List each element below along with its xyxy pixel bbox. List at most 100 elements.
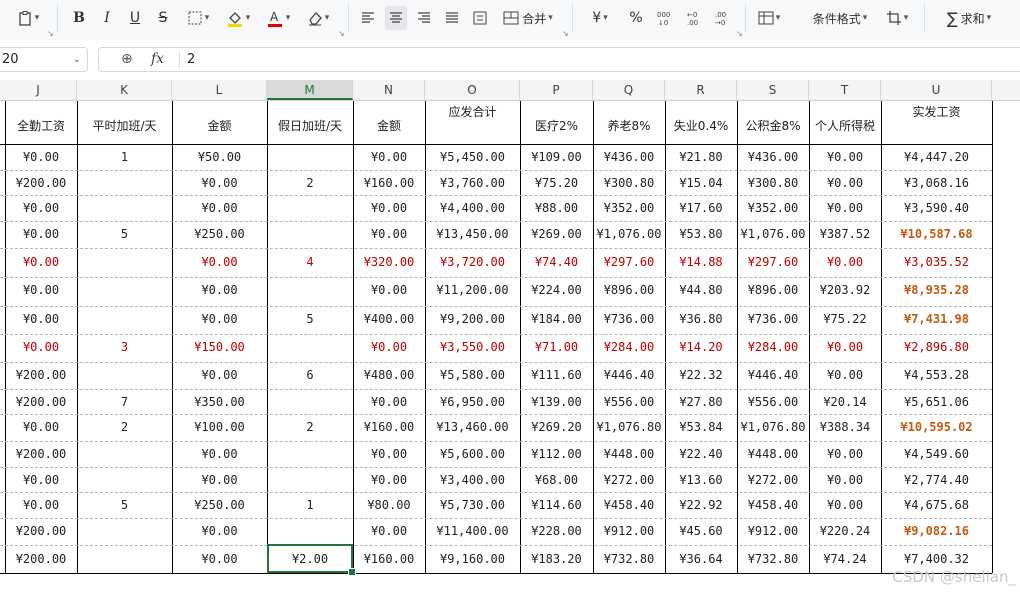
header-cell[interactable]: 失业0.4%: [665, 117, 737, 134]
increase-decimal-button[interactable]: ←0.00: [684, 6, 706, 30]
table-cell[interactable]: ¥350.00: [172, 390, 267, 414]
column-header-S[interactable]: S: [737, 80, 809, 100]
table-style-button[interactable]: ▾: [754, 6, 784, 30]
table-cell[interactable]: 2: [267, 171, 353, 195]
align-right-button[interactable]: [414, 6, 434, 30]
table-cell[interactable]: [77, 468, 172, 492]
table-cell[interactable]: ¥0.00: [172, 468, 267, 492]
table-cell[interactable]: ¥17.60: [665, 196, 737, 220]
table-cell[interactable]: ¥14.88: [665, 250, 737, 274]
table-cell[interactable]: ¥272.00: [737, 468, 809, 492]
table-cell[interactable]: ¥0.00: [172, 547, 267, 571]
table-cell[interactable]: ¥3,590.40: [881, 196, 992, 220]
table-cell[interactable]: [267, 468, 353, 492]
table-cell[interactable]: ¥0.00: [353, 278, 425, 302]
header-cell[interactable]: 养老8%: [593, 117, 665, 134]
table-cell[interactable]: 4: [267, 250, 353, 274]
table-cell[interactable]: ¥53.80: [665, 222, 737, 246]
table-cell[interactable]: ¥0.00: [353, 222, 425, 246]
table-cell[interactable]: ¥448.00: [593, 442, 665, 466]
table-cell[interactable]: ¥15.04: [665, 171, 737, 195]
table-cell[interactable]: [77, 519, 172, 543]
table-cell[interactable]: ¥0.00: [172, 519, 267, 543]
table-cell[interactable]: ¥297.60: [593, 250, 665, 274]
header-cell[interactable]: 医疗2%: [520, 117, 593, 134]
table-cell[interactable]: ¥436.00: [593, 145, 665, 169]
table-cell[interactable]: ¥5,651.06: [881, 390, 992, 414]
table-cell[interactable]: ¥0.00: [809, 171, 881, 195]
table-cell[interactable]: ¥4,447.20: [881, 145, 992, 169]
paste-format-button[interactable]: ▾: [10, 6, 46, 30]
table-cell[interactable]: ¥2,774.40: [881, 468, 992, 492]
table-cell[interactable]: [267, 145, 353, 169]
table-cell[interactable]: ¥400.00: [353, 307, 425, 331]
table-cell[interactable]: ¥9,160.00: [425, 547, 520, 571]
table-cell[interactable]: ¥139.00: [520, 390, 593, 414]
table-cell[interactable]: ¥0.00: [809, 442, 881, 466]
name-box[interactable]: 20 ⌄: [0, 47, 88, 72]
table-cell[interactable]: ¥7,431.98: [881, 307, 992, 331]
table-cell[interactable]: ¥74.24: [809, 547, 881, 571]
table-cell[interactable]: ¥4,553.28: [881, 363, 992, 387]
column-header-Q[interactable]: Q: [593, 80, 665, 100]
table-cell[interactable]: ¥387.52: [809, 222, 881, 246]
table-cell[interactable]: ¥0.00: [5, 415, 77, 439]
table-cell[interactable]: ¥1,076.80: [593, 415, 665, 439]
table-cell[interactable]: ¥200.00: [5, 547, 77, 571]
table-cell[interactable]: ¥0.00: [172, 363, 267, 387]
sum-button[interactable]: ∑ 求和 ▾: [938, 6, 1000, 30]
table-cell[interactable]: ¥4,400.00: [425, 196, 520, 220]
header-cell[interactable]: 金额: [172, 117, 267, 134]
table-cell[interactable]: ¥200.00: [5, 171, 77, 195]
table-cell[interactable]: [267, 390, 353, 414]
table-cell[interactable]: ¥3,035.52: [881, 250, 992, 274]
table-cell[interactable]: ¥436.00: [737, 145, 809, 169]
table-cell[interactable]: [77, 307, 172, 331]
table-cell[interactable]: [77, 196, 172, 220]
table-cell[interactable]: ¥5,580.00: [425, 363, 520, 387]
table-cell[interactable]: ¥203.92: [809, 278, 881, 302]
table-cell[interactable]: [267, 442, 353, 466]
table-cell[interactable]: ¥0.00: [5, 307, 77, 331]
table-cell[interactable]: ¥36.80: [665, 307, 737, 331]
table-cell[interactable]: ¥0.00: [5, 493, 77, 517]
column-header-M[interactable]: M: [267, 80, 353, 100]
table-cell[interactable]: 5: [77, 222, 172, 246]
table-cell[interactable]: ¥0.00: [172, 171, 267, 195]
table-cell[interactable]: ¥8,935.28: [881, 278, 992, 302]
table-cell[interactable]: ¥183.20: [520, 547, 593, 571]
table-cell[interactable]: ¥4,675.68: [881, 493, 992, 517]
table-cell[interactable]: ¥228.00: [520, 519, 593, 543]
table-cell[interactable]: ¥269.00: [520, 222, 593, 246]
table-cell[interactable]: ¥21.80: [665, 145, 737, 169]
table-cell[interactable]: ¥912.00: [593, 519, 665, 543]
align-center-button[interactable]: [385, 6, 407, 30]
table-cell[interactable]: [267, 196, 353, 220]
table-cell[interactable]: ¥45.60: [665, 519, 737, 543]
table-cell[interactable]: ¥2,896.80: [881, 335, 992, 359]
table-cell[interactable]: ¥10,595.02: [881, 415, 992, 439]
table-cell[interactable]: ¥896.00: [737, 278, 809, 302]
header-cell[interactable]: 应发合计: [425, 103, 520, 120]
table-cell[interactable]: [267, 519, 353, 543]
table-cell[interactable]: ¥0.00: [353, 519, 425, 543]
table-cell[interactable]: ¥20.14: [809, 390, 881, 414]
table-cell[interactable]: ¥0.00: [5, 250, 77, 274]
decrease-decimal-button[interactable]: .00 →0: [712, 6, 734, 30]
table-cell[interactable]: ¥111.60: [520, 363, 593, 387]
table-cell[interactable]: ¥0.00: [172, 278, 267, 302]
table-cell[interactable]: ¥9,082.16: [881, 519, 992, 543]
table-cell[interactable]: ¥1,076.80: [737, 415, 809, 439]
thousands-separator-button[interactable]: 000 ↓0: [654, 6, 676, 30]
table-cell[interactable]: ¥272.00: [593, 468, 665, 492]
currency-format-button[interactable]: ¥ ▾: [586, 6, 614, 30]
table-cell[interactable]: [77, 547, 172, 571]
table-cell[interactable]: ¥320.00: [353, 250, 425, 274]
table-cell[interactable]: ¥11,400.00: [425, 519, 520, 543]
table-cell[interactable]: ¥0.00: [172, 196, 267, 220]
table-cell[interactable]: ¥184.00: [520, 307, 593, 331]
table-cell[interactable]: ¥68.00: [520, 468, 593, 492]
table-cell[interactable]: ¥1,076.00: [737, 222, 809, 246]
header-cell[interactable]: 假日加班/天: [267, 117, 353, 134]
table-cell[interactable]: ¥75.22: [809, 307, 881, 331]
